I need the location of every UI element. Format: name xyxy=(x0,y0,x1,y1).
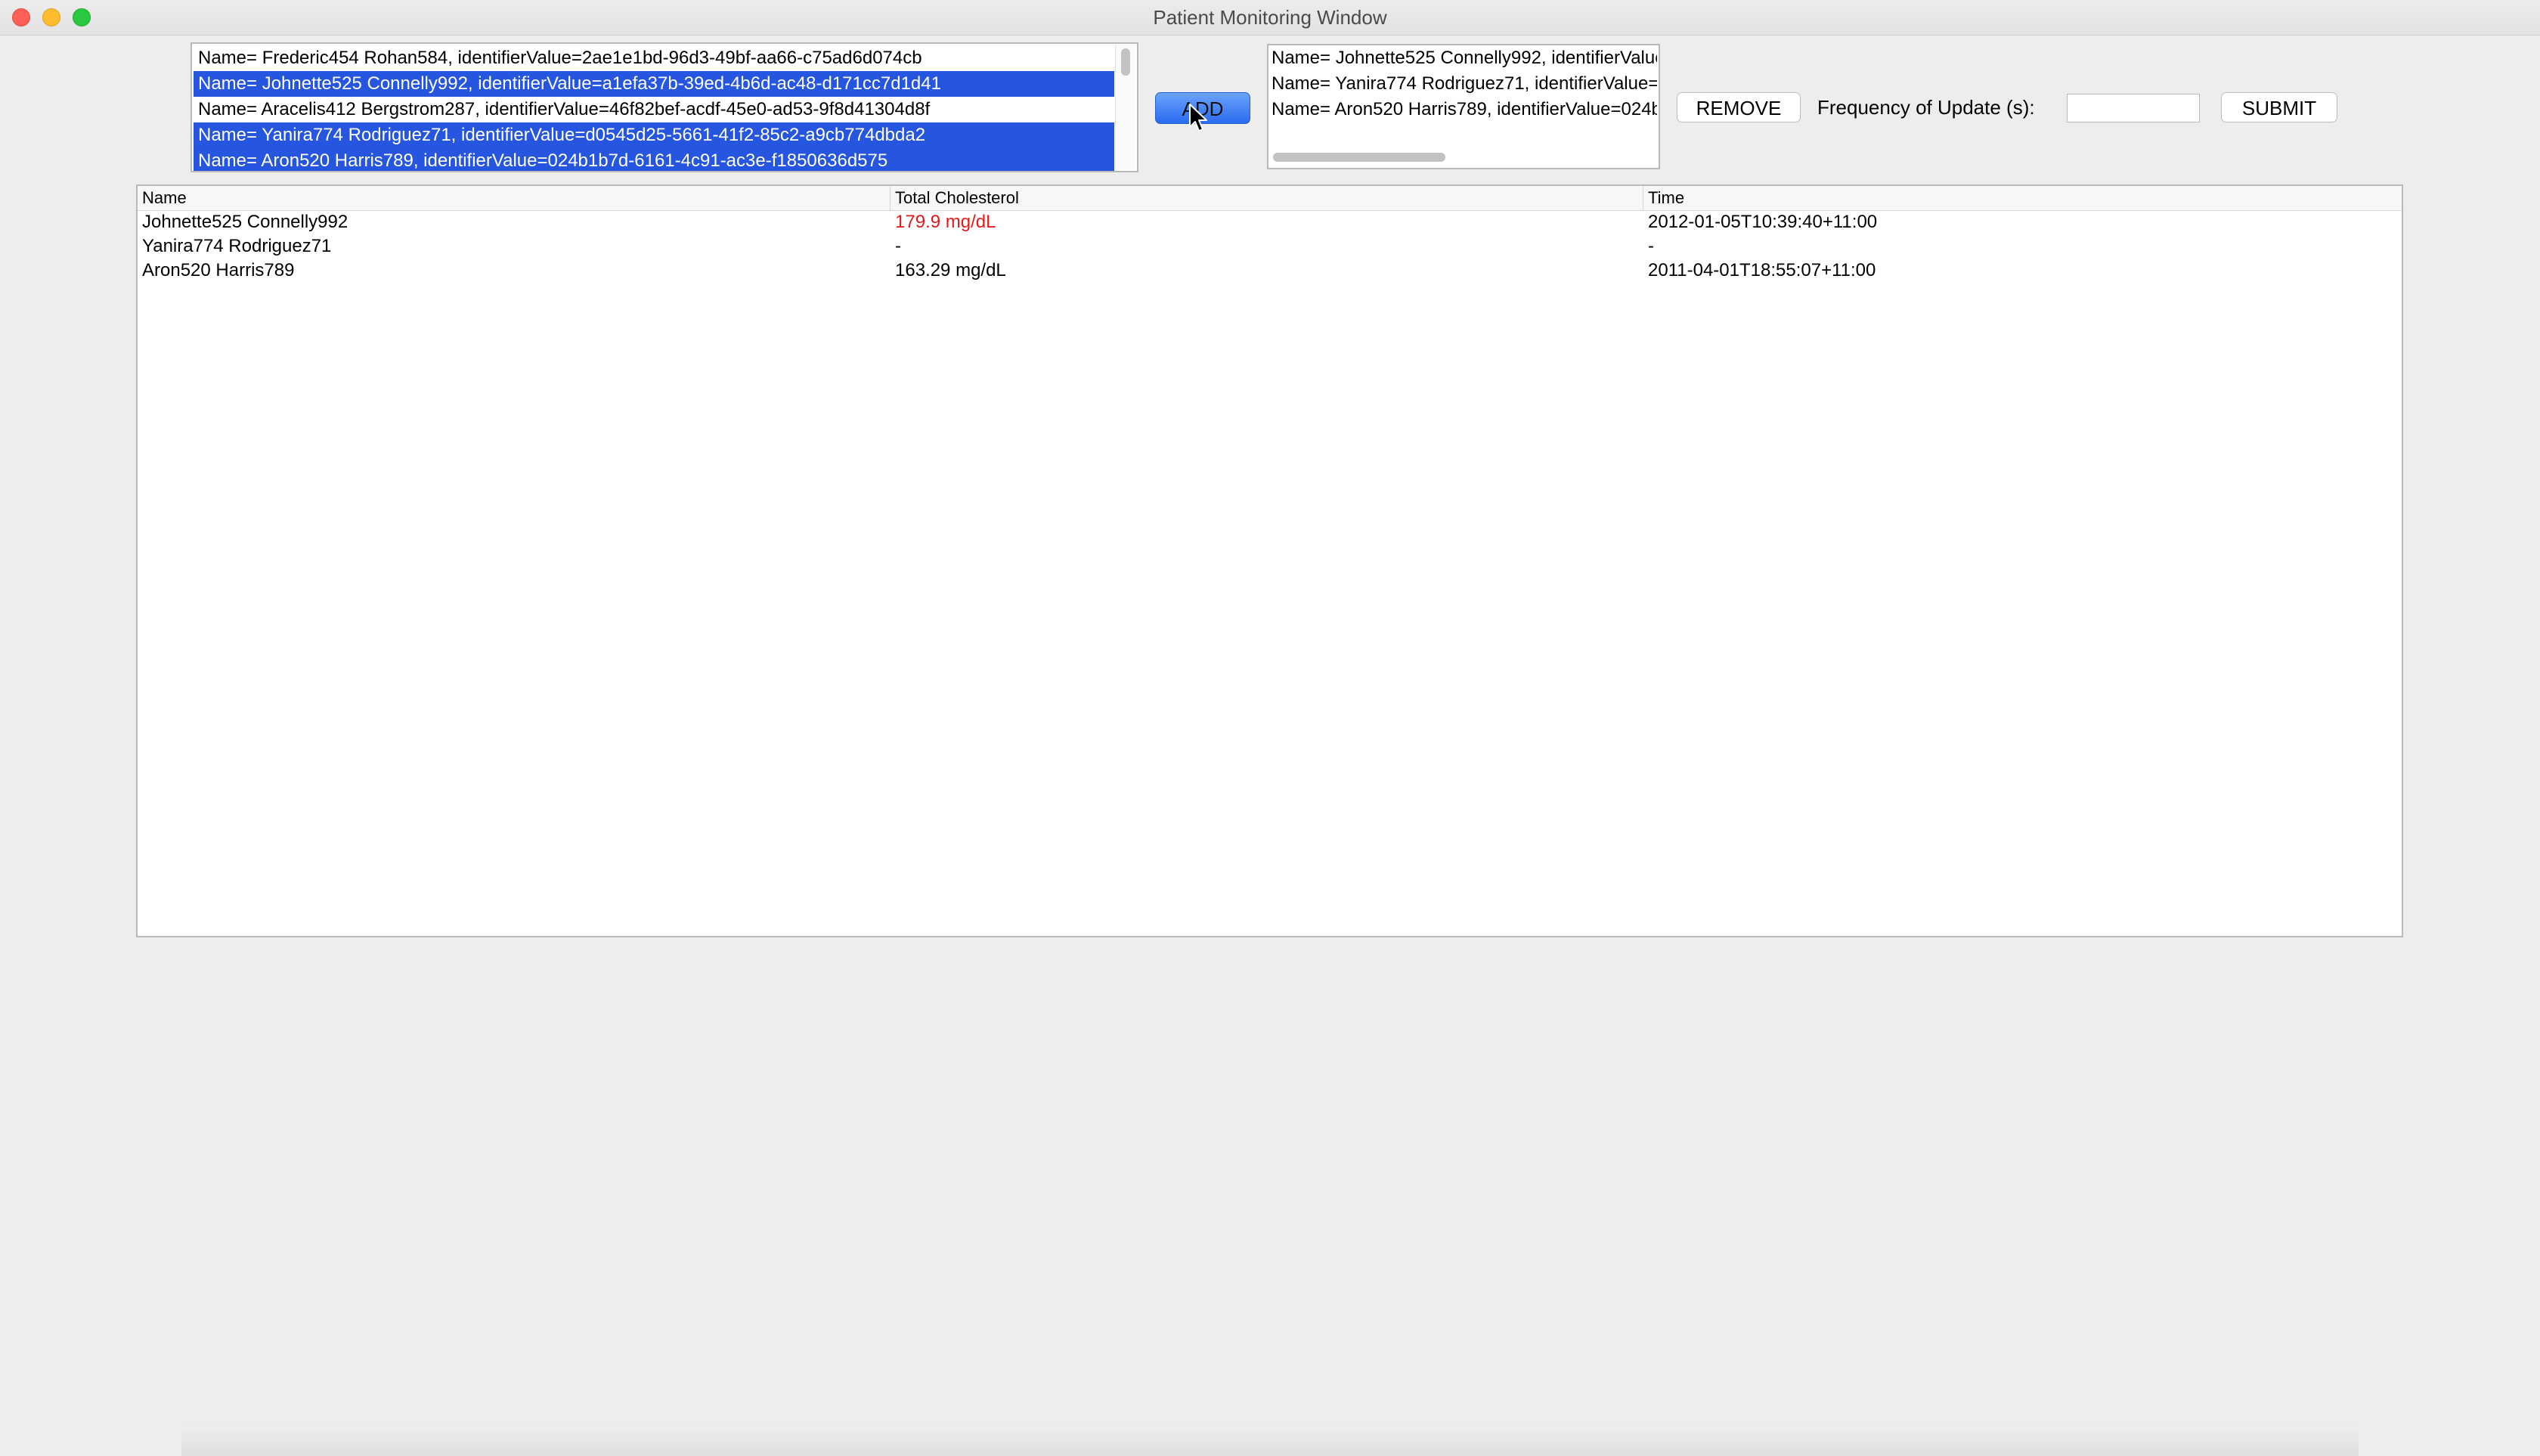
cell-cholesterol: 179.9 mg/dL xyxy=(895,212,996,232)
cell-time: 2012-01-05T10:39:40+11:00 xyxy=(1648,212,1878,232)
patient-list-item[interactable]: Name= Aron520 Harris789, identifierValue… xyxy=(194,148,1114,171)
monitored-list-horizontal-scroll-thumb[interactable] xyxy=(1273,153,1445,162)
cell-name: Johnette525 Connelly992 xyxy=(142,212,348,232)
window-title: Patient Monitoring Window xyxy=(1153,6,1387,29)
table-row[interactable]: Aron520 Harris789 163.29 mg/dL 2011-04-0… xyxy=(138,259,2402,283)
cholesterol-table: Name Total Cholesterol Time Johnette525 … xyxy=(136,184,2403,937)
remove-button[interactable]: REMOVE xyxy=(1677,92,1801,122)
submit-button[interactable]: SUBMIT xyxy=(2221,92,2337,122)
cell-time: 2011-04-01T18:55:07+11:00 xyxy=(1648,260,1876,280)
cell-cholesterol: 163.29 mg/dL xyxy=(895,260,1006,280)
column-header-time[interactable]: Time xyxy=(1643,186,2402,210)
patient-list[interactable]: Name= Frederic454 Rohan584, identifierVa… xyxy=(190,42,1138,172)
monitored-list-item[interactable]: Name= Yanira774 Rodriguez71, identifierV… xyxy=(1272,71,1657,97)
cell-name: Yanira774 Rodriguez71 xyxy=(142,236,332,256)
column-header-total-cholesterol[interactable]: Total Cholesterol xyxy=(891,186,1643,210)
frequency-input[interactable] xyxy=(2067,94,2200,122)
monitored-list-item[interactable]: Name= Aron520 Harris789, identifierValue… xyxy=(1272,97,1657,122)
patient-list-scrollbar[interactable] xyxy=(1115,45,1135,169)
monitored-list-item[interactable]: Name= Johnette525 Connelly992, identifie… xyxy=(1272,45,1657,71)
monitored-patient-list[interactable]: Name= Johnette525 Connelly992, identifie… xyxy=(1267,44,1660,169)
patient-list-item[interactable]: Name= Aracelis412 Bergstrom287, identifi… xyxy=(194,97,1114,122)
patient-list-item[interactable]: Name= Yanira774 Rodriguez71, identifierV… xyxy=(194,122,1114,148)
frequency-label: Frequency of Update (s): xyxy=(1817,96,2035,119)
column-header-name[interactable]: Name xyxy=(138,186,891,210)
patient-list-scroll-thumb[interactable] xyxy=(1121,48,1130,76)
cell-time: - xyxy=(1648,236,1654,256)
table-header: Name Total Cholesterol Time xyxy=(138,186,2402,211)
table-row[interactable]: Johnette525 Connelly992 179.9 mg/dL 2012… xyxy=(138,210,2402,234)
table-row[interactable]: Yanira774 Rodriguez71 - - xyxy=(138,234,2402,259)
title-bar: Patient Monitoring Window xyxy=(0,0,2540,36)
patient-list-item[interactable]: Name= Johnette525 Connelly992, identifie… xyxy=(194,71,1114,97)
cell-cholesterol: - xyxy=(895,236,901,256)
window-bottom-shadow xyxy=(181,1426,2359,1456)
mouse-pointer-icon xyxy=(1189,104,1207,132)
cell-name: Aron520 Harris789 xyxy=(142,260,295,280)
patient-list-item[interactable]: Name= Frederic454 Rohan584, identifierVa… xyxy=(194,45,1114,71)
